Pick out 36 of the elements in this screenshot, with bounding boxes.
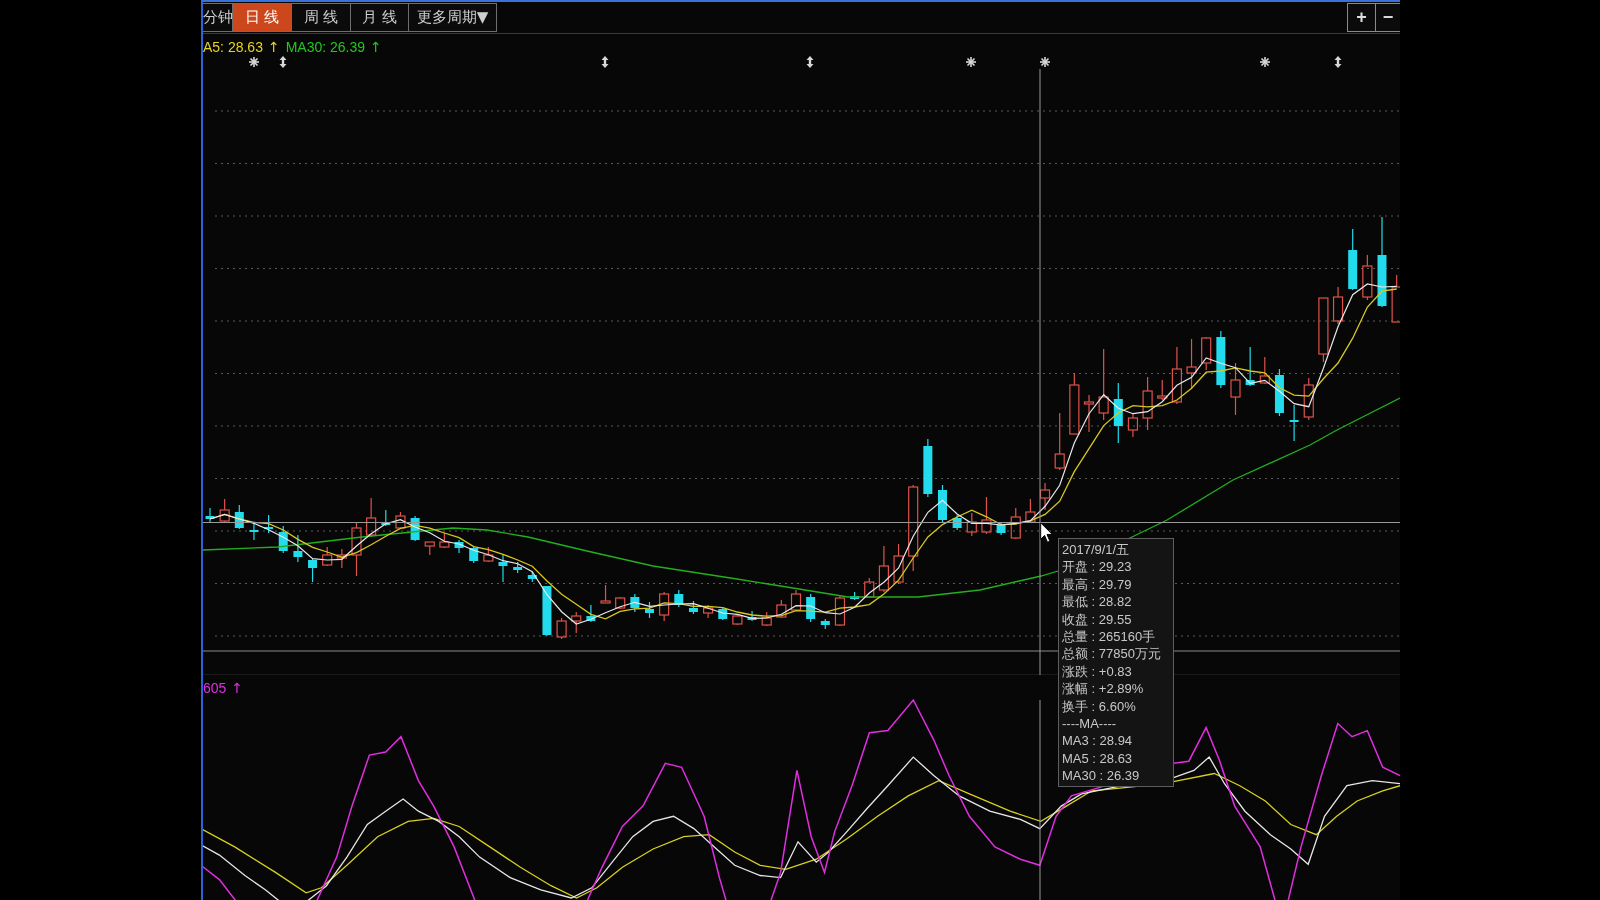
tooltip-row-text: ----MA---- bbox=[1062, 714, 1118, 733]
tooltip-row-text: 涨幅 : +2.89% bbox=[1062, 680, 1145, 698]
tooltip-row-text: 总额 : 77850万元 bbox=[1062, 645, 1162, 663]
zoom-button[interactable]: − bbox=[1376, 3, 1400, 32]
tooltip-row-text: 涨跌 : +0.83 bbox=[1062, 662, 1133, 681]
asterisk-icon bbox=[965, 56, 977, 68]
double-arrow-icon bbox=[279, 56, 287, 68]
tooltip-date: 2017/9/1/五 bbox=[1062, 541, 1131, 559]
period-tab[interactable]: 日 线 bbox=[233, 3, 292, 32]
tooltip-row-text: MA5 : 28.63 bbox=[1062, 749, 1134, 768]
asterisk-icon bbox=[1039, 56, 1051, 68]
ma-legend-value: MA30: 26.39 bbox=[285, 39, 366, 55]
period-tab[interactable]: 分钟 bbox=[203, 3, 233, 32]
period-tab[interactable]: 更多周期▼ bbox=[409, 3, 497, 32]
period-tab[interactable]: 月 线 bbox=[351, 3, 409, 32]
mouse-pointer-icon bbox=[1040, 522, 1053, 543]
trend-arrow: ↑ bbox=[231, 680, 244, 696]
period-tab[interactable]: 周 线 bbox=[292, 3, 351, 32]
asterisk-icon bbox=[1259, 56, 1271, 68]
trend-arrow: ↑ bbox=[370, 39, 382, 55]
tooltip-row-text: 换手 : 6.60% bbox=[1062, 697, 1137, 715]
double-arrow-icon bbox=[1334, 56, 1342, 68]
indicator-value: 605 bbox=[203, 680, 227, 696]
zoom-button[interactable]: + bbox=[1347, 3, 1376, 32]
ma-legend-value: A5: 28.63 bbox=[203, 39, 263, 55]
tooltip-row-text: 总量 : 265160手 bbox=[1062, 627, 1157, 646]
tooltip-row-text: MA30 : 26.39 bbox=[1062, 767, 1141, 785]
asterisk-icon bbox=[248, 56, 260, 68]
double-arrow-icon bbox=[806, 56, 814, 68]
tooltip-row-text: 开盘 : 29.23 bbox=[1062, 558, 1133, 576]
tooltip-row-text: 最低 : 28.82 bbox=[1062, 593, 1133, 611]
tooltip-row-text: MA3 : 28.94 bbox=[1062, 732, 1134, 750]
tooltip-row-text: 收盘 : 29.55 bbox=[1062, 610, 1133, 628]
trend-arrow: ↑ bbox=[267, 39, 280, 55]
double-arrow-icon bbox=[601, 56, 609, 68]
tooltip-row-text: 最高 : 29.79 bbox=[1062, 575, 1133, 594]
